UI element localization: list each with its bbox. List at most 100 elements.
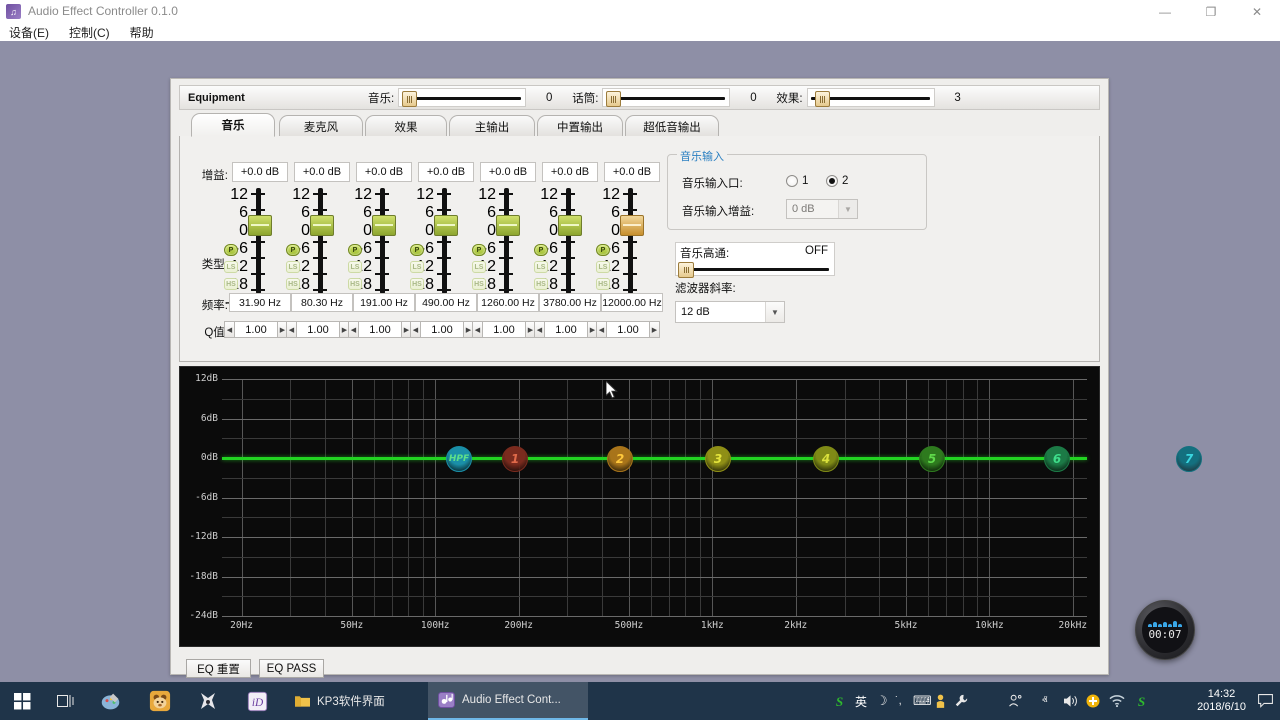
music-input-port-option-2[interactable]: 2 [826,175,848,187]
tab-microphone[interactable]: 麦克风 [279,115,363,137]
maximize-button[interactable]: ❐ [1188,0,1234,23]
type-button-p-band-2[interactable]: P [286,244,300,256]
tray-keyboard-icon[interactable]: ⌨ [913,682,932,720]
type-button-ls-band-1[interactable]: LS [224,261,238,273]
q-value[interactable]: 1.00 [359,321,401,338]
menu-item-device[interactable]: 设备(E) [6,23,52,42]
gain-slider-thumb[interactable] [310,215,334,236]
q-spinner-5[interactable]: ◀ 1.00 ▶ [472,321,536,338]
taskbar-icon-foobar[interactable] [190,682,226,720]
q-decrement-button[interactable]: ◀ [410,321,421,338]
type-button-hs-band-3[interactable]: HS [348,278,362,290]
type-button-hs-band-4[interactable]: HS [410,278,424,290]
q-decrement-button[interactable]: ◀ [348,321,359,338]
minimize-button[interactable]: — [1142,0,1188,23]
gain-field-3[interactable]: +0.0 dB [356,162,412,182]
tray-people-icon[interactable] [1008,682,1023,720]
type-button-hs-band-7[interactable]: HS [596,278,610,290]
eq-node-hpf[interactable]: HPF [446,446,472,472]
q-decrement-button[interactable]: ◀ [472,321,483,338]
slider-thumb[interactable] [606,91,622,107]
eq-plot-area[interactable] [222,379,1087,617]
eq-node-4[interactable]: 4 [813,446,839,472]
tray-chevron-up-icon[interactable]: ⱏ [1042,682,1047,720]
slider-thumb[interactable] [678,262,694,278]
q-value[interactable]: 1.00 [607,321,649,338]
start-button[interactable] [0,682,44,720]
music-input-gain-combo[interactable]: 0 dB ▼ [786,199,858,219]
eq-node-2[interactable]: 2 [607,446,633,472]
gain-slider-track[interactable] [628,188,633,294]
music-volume-slider[interactable] [398,88,527,107]
eq-pass-button[interactable]: EQ PASS [259,659,324,678]
type-button-ls-band-5[interactable]: LS [472,261,486,273]
notification-center-button[interactable] [1250,682,1280,720]
tray-moon-icon[interactable]: ☽ [876,682,888,720]
freq-field-2[interactable]: 80.30 Hz [291,293,353,312]
gain-slider-thumb[interactable] [496,215,520,236]
type-button-ls-band-4[interactable]: LS [410,261,424,273]
freq-field-6[interactable]: 3780.00 Hz [539,293,601,312]
close-button[interactable]: ✕ [1234,0,1280,23]
taskbar-window-audio-effect[interactable]: Audio Effect Cont... [428,682,588,720]
gain-field-7[interactable]: +0.0 dB [604,162,660,182]
q-decrement-button[interactable]: ◀ [596,321,607,338]
freq-field-3[interactable]: 191.00 Hz [353,293,415,312]
q-value[interactable]: 1.00 [421,321,463,338]
gain-slider-track[interactable] [256,188,261,294]
type-button-hs-band-1[interactable]: HS [224,278,238,290]
type-button-hs-band-6[interactable]: HS [534,278,548,290]
tray-volume-icon[interactable] [1063,682,1079,720]
freq-field-5[interactable]: 1260.00 Hz [477,293,539,312]
q-spinner-7[interactable]: ◀ 1.00 ▶ [596,321,660,338]
eq-node-5[interactable]: 5 [919,446,945,472]
q-decrement-button[interactable]: ◀ [534,321,545,338]
eq-node-1[interactable]: 1 [502,446,528,472]
menu-item-control[interactable]: 控制(C) [66,23,113,42]
type-button-p-band-3[interactable]: P [348,244,362,256]
music-input-port-option-1[interactable]: 1 [786,175,808,187]
gain-slider-track[interactable] [380,188,385,294]
taskbar-clock[interactable]: 14:32 2018/6/10 [1197,682,1246,720]
eq-node-7[interactable]: 7 [1176,446,1202,472]
q-value[interactable]: 1.00 [545,321,587,338]
type-button-p-band-6[interactable]: P [534,244,548,256]
type-button-p-band-4[interactable]: P [410,244,424,256]
type-button-p-band-5[interactable]: P [472,244,486,256]
music-highpass-slider[interactable]: 音乐高通: OFF [675,242,835,278]
q-value[interactable]: 1.00 [235,321,277,338]
q-decrement-button[interactable]: ◀ [224,321,235,338]
q-value[interactable]: 1.00 [297,321,339,338]
freq-field-1[interactable]: 31.90 Hz [229,293,291,312]
gain-field-2[interactable]: +0.0 dB [294,162,350,182]
gain-field-4[interactable]: +0.0 dB [418,162,474,182]
eq-reset-button[interactable]: EQ 重置 [186,659,251,678]
gain-slider-track[interactable] [318,188,323,294]
gain-slider-thumb[interactable] [372,215,396,236]
q-decrement-button[interactable]: ◀ [286,321,297,338]
tab-music[interactable]: 音乐 [191,113,275,137]
tray-comma-icon[interactable]: ˙, [895,682,902,720]
tray-person-icon[interactable] [935,682,946,720]
gain-slider-thumb[interactable] [558,215,582,236]
gain-field-5[interactable]: +0.0 dB [480,162,536,182]
tab-subwoofer-output[interactable]: 超低音输出 [625,115,719,137]
tab-effect[interactable]: 效果 [365,115,447,137]
q-spinner-6[interactable]: ◀ 1.00 ▶ [534,321,598,338]
freq-field-4[interactable]: 490.00 Hz [415,293,477,312]
eq-graph[interactable]: 12dB 6dB 0dB -6dB -12dB -18dB -24dB 20Hz 50Hz 10… [179,366,1202,647]
eq-node-3[interactable]: 3 [705,446,731,472]
recording-timer-widget[interactable]: 00:07 [1135,600,1195,660]
tray-wrench-icon[interactable] [954,682,968,720]
q-spinner-1[interactable]: ◀ 1.00 ▶ [224,321,288,338]
type-button-ls-band-2[interactable]: LS [286,261,300,273]
freq-field-7[interactable]: 12000.00 Hz [601,293,663,312]
mic-volume-slider[interactable] [602,88,731,107]
effect-volume-slider[interactable] [806,88,935,107]
tray-sogou[interactable]: S [832,682,847,720]
filter-slope-combo[interactable]: 12 dB ▼ [675,301,785,323]
taskbar-window-kp3[interactable]: KP3软件界面 [285,682,425,720]
type-button-p-band-7[interactable]: P [596,244,610,256]
slider-thumb[interactable] [402,91,418,107]
gain-slider-thumb[interactable] [620,215,644,236]
